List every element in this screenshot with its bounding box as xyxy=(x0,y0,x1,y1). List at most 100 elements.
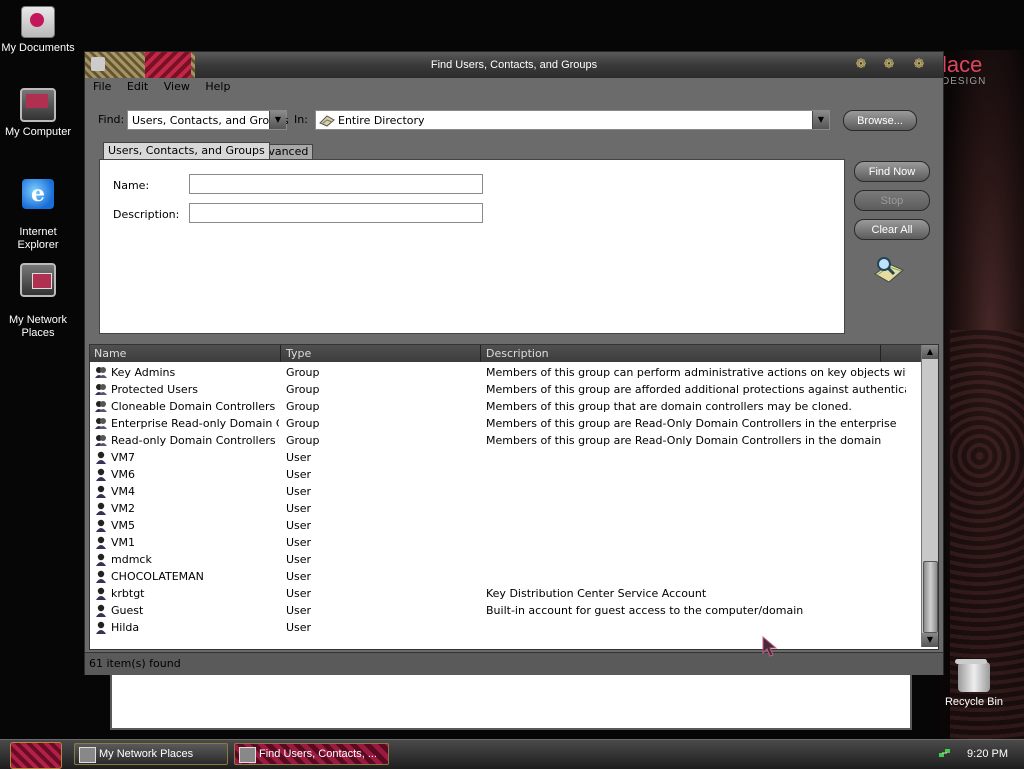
desktop-icon-my-computer[interactable]: My Computer xyxy=(0,88,78,139)
maximize-icon[interactable]: ❁ xyxy=(879,57,899,73)
desktop-icon-recycle-bin[interactable]: Recycle Bin xyxy=(934,659,1014,709)
table-row[interactable]: VM1 User xyxy=(90,534,922,551)
find-window: Find Users, Contacts, and Groups ❁ ❁ ❁ F… xyxy=(84,51,944,675)
row-name: VM1 xyxy=(111,536,136,549)
table-row[interactable]: krbtgt User Key Distribution Center Servic… xyxy=(90,585,922,602)
table-row[interactable]: Enterprise Read-only Domain Co... Group Me… xyxy=(90,415,922,432)
taskbar-item-network-places[interactable]: My Network Places xyxy=(74,743,228,765)
table-row[interactable]: Key Admins Group Members of this group can… xyxy=(90,364,922,381)
row-description: Members of this group are afforded addit… xyxy=(486,383,906,396)
chevron-down-icon[interactable]: ▼ xyxy=(812,111,829,129)
table-row[interactable]: Cloneable Domain Controllers Group Members… xyxy=(90,398,922,415)
group-icon xyxy=(94,382,108,396)
taskbar: My Network Places Find Users, Contacts, … xyxy=(0,739,1024,769)
taskbar-item-label: Find Users, Contacts, ... xyxy=(259,748,377,760)
row-description: Members of this group are Read-Only Doma… xyxy=(486,434,882,447)
user-icon xyxy=(94,603,108,617)
table-row[interactable]: Read-only Domain Controllers Group Members… xyxy=(90,432,922,449)
column-type[interactable]: Type xyxy=(286,347,311,360)
row-type: Group xyxy=(286,417,320,430)
find-label: Find: xyxy=(98,113,125,126)
table-row[interactable]: VM2 User xyxy=(90,500,922,517)
status-bar: 61 item(s) found xyxy=(85,652,943,675)
table-row[interactable]: Protected Users Group Members of this grou… xyxy=(90,381,922,398)
clear-all-button[interactable]: Clear All xyxy=(854,219,930,240)
name-input[interactable] xyxy=(189,174,483,194)
taskbar-item-find[interactable]: Find Users, Contacts, ... xyxy=(234,743,389,765)
column-description[interactable]: Description xyxy=(486,347,549,360)
user-icon xyxy=(94,501,108,515)
tab-users-contacts-groups[interactable]: Users, Contacts, and Groups xyxy=(103,142,270,159)
row-description: Members of this group are Read-Only Doma… xyxy=(486,417,897,430)
desktop-icon-label: My Network Places xyxy=(8,314,68,339)
find-type-select[interactable]: Users, Contacts, and Groups ▼ xyxy=(127,110,289,130)
row-name: Read-only Domain Controllers xyxy=(111,434,276,447)
table-row[interactable]: VM6 User xyxy=(90,466,922,483)
directory-icon xyxy=(319,115,335,127)
desktop-icon-label: My Computer xyxy=(4,126,72,138)
menu-edit[interactable]: Edit xyxy=(127,78,148,96)
user-icon xyxy=(94,467,108,481)
column-name[interactable]: Name xyxy=(94,347,126,360)
row-type: User xyxy=(286,519,312,532)
results-list[interactable]: Name Type Description Key Admins Group Mem… xyxy=(89,344,939,650)
menu-file[interactable]: File xyxy=(93,78,111,96)
desktop-icon-network-places[interactable]: My Network Places xyxy=(0,250,78,340)
title-bar[interactable]: Find Users, Contacts, and Groups ❁ ❁ ❁ xyxy=(85,52,943,79)
user-icon xyxy=(94,518,108,532)
menu-help[interactable]: Help xyxy=(205,78,230,96)
results-scrollbar[interactable]: ▲ ▼ xyxy=(921,345,938,647)
find-users-icon xyxy=(239,747,256,763)
in-scope-select[interactable]: Entire Directory ▼ xyxy=(315,110,830,130)
scroll-up-icon[interactable]: ▲ xyxy=(922,345,938,359)
row-type: User xyxy=(286,485,312,498)
row-type: User xyxy=(286,451,312,464)
table-row[interactable]: VM4 User xyxy=(90,483,922,500)
scroll-thumb[interactable] xyxy=(923,561,938,633)
recycle-bin-icon xyxy=(955,659,990,692)
close-icon[interactable]: ❁ xyxy=(909,57,929,73)
row-type: User xyxy=(286,587,312,600)
row-name: Hilda xyxy=(111,621,140,634)
user-icon xyxy=(94,484,108,498)
desktop-icon-label: Internet Explorer xyxy=(17,226,59,251)
table-row[interactable]: CHOCOLATEMAN User xyxy=(90,568,922,585)
desktop-icon-internet-explorer[interactable]: e Internet Explorer xyxy=(0,166,78,252)
row-description: Built-in account for guest access to the… xyxy=(486,604,804,617)
user-icon xyxy=(94,450,108,464)
internet-explorer-icon: e xyxy=(22,179,54,209)
find-now-button[interactable]: Find Now xyxy=(854,161,930,182)
chevron-down-icon[interactable]: ▼ xyxy=(269,111,286,129)
scroll-down-icon[interactable]: ▼ xyxy=(922,633,938,647)
my-computer-icon xyxy=(20,88,56,122)
mouse-cursor-icon xyxy=(762,636,778,657)
row-type: User xyxy=(286,621,312,634)
table-row[interactable]: VM5 User xyxy=(90,517,922,534)
description-input[interactable] xyxy=(189,203,483,223)
network-places-icon xyxy=(20,263,56,297)
background-window[interactable] xyxy=(110,672,912,730)
description-label: Description: xyxy=(113,208,180,221)
desktop-icon-label: Recycle Bin xyxy=(944,696,1004,708)
row-type: User xyxy=(286,570,312,583)
clock[interactable]: 9:20 PM xyxy=(967,748,1008,760)
name-label: Name: xyxy=(113,179,150,192)
minimize-icon[interactable]: ❁ xyxy=(851,57,871,73)
status-text: 61 item(s) found xyxy=(89,657,181,670)
table-row[interactable]: mdmck User xyxy=(90,551,922,568)
stop-button[interactable]: Stop xyxy=(854,190,930,211)
network-tray-icon[interactable] xyxy=(938,747,952,761)
row-type: User xyxy=(286,604,312,617)
table-row[interactable]: VM7 User xyxy=(90,449,922,466)
results-header: Name Type Description xyxy=(90,345,922,362)
browse-button[interactable]: Browse... xyxy=(843,110,917,131)
system-tray: 9:20 PM xyxy=(934,740,1024,769)
search-directory-icon xyxy=(874,257,904,283)
menu-view[interactable]: View xyxy=(164,78,190,96)
row-type: User xyxy=(286,468,312,481)
table-row[interactable]: Hilda User xyxy=(90,619,922,636)
table-row[interactable]: Guest User Built-in account for guest acce… xyxy=(90,602,922,619)
desktop-icon-my-documents[interactable]: My Documents xyxy=(0,6,78,55)
start-button[interactable] xyxy=(10,742,62,769)
user-icon xyxy=(94,586,108,600)
